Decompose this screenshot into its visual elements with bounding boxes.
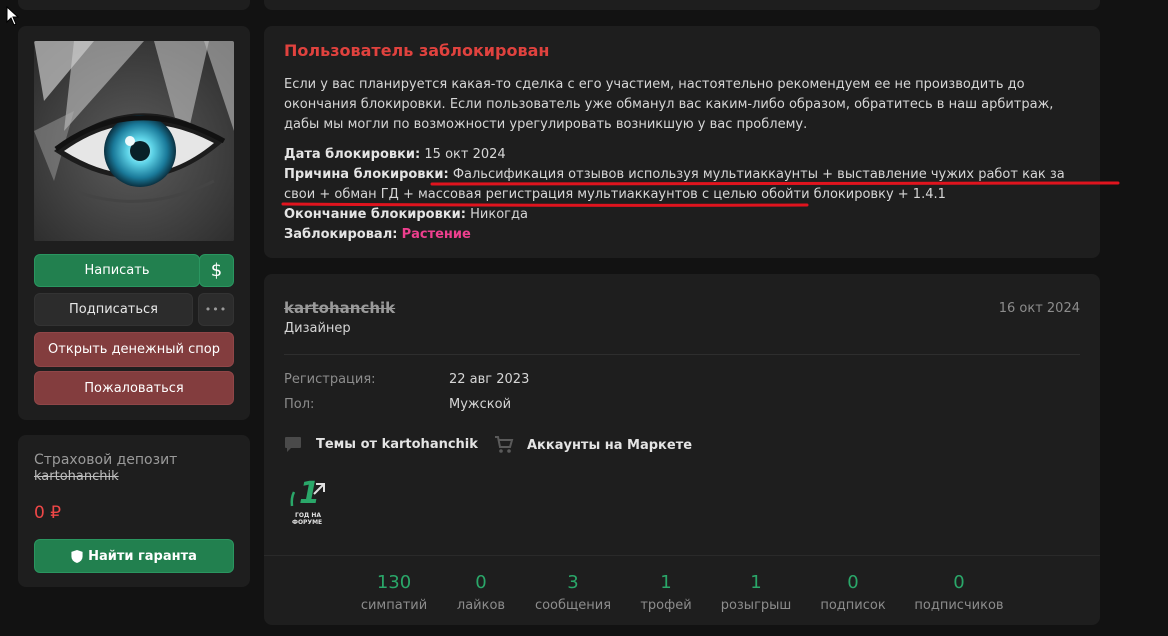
- top-card-right: [264, 0, 1100, 10]
- stat-giveaways[interactable]: 1 розыгрыш: [701, 572, 811, 613]
- market-link-label: Аккаунты на Маркете: [527, 437, 693, 453]
- stat-subscriptions[interactable]: 0 подписок: [798, 572, 908, 613]
- shield-icon: [71, 549, 83, 563]
- banned-by-link[interactable]: Растение: [402, 227, 471, 242]
- registration-label: Регистрация:: [284, 372, 376, 387]
- gender-label: Пол:: [284, 397, 315, 412]
- shopping-cart-icon: [495, 436, 514, 453]
- stat-subscribers[interactable]: 0 подписчиков: [904, 572, 1014, 613]
- ban-details: Дата блокировки: 15 окт 2024 Причина бло…: [284, 145, 1084, 245]
- profile-role: Дизайнер: [284, 321, 351, 336]
- ban-end-value: Никогда: [470, 207, 528, 222]
- ban-description: Если у вас планируется какая-то сделка с…: [284, 77, 1054, 132]
- ban-notice-card: Пользователь заблокирован Если у вас пла…: [264, 26, 1100, 258]
- mouse-cursor-icon: [6, 6, 20, 26]
- deposit-title: Страховой депозит: [34, 452, 178, 468]
- gender-value: Мужской: [449, 397, 512, 412]
- profile-username: kartohanchik: [284, 299, 396, 317]
- stats-divider: [264, 555, 1100, 556]
- deposit-username[interactable]: kartohanchik: [34, 469, 119, 484]
- market-link[interactable]: Аккаунты на Маркете: [494, 436, 692, 454]
- stat-label: подписчиков: [914, 598, 1004, 613]
- badge-line1: ГОД НА: [295, 512, 322, 519]
- registration-value: 22 авг 2023: [449, 372, 530, 387]
- write-message-button[interactable]: Написать: [34, 254, 200, 287]
- badge-line2: ФОРУМЕ: [292, 519, 323, 526]
- stat-label: розыгрыш: [720, 598, 792, 613]
- find-guarantor-button[interactable]: Найти гаранта: [34, 539, 234, 573]
- profile-date: 16 окт 2024: [998, 301, 1080, 316]
- ban-date-label: Дата блокировки:: [284, 147, 421, 162]
- stat-value: 1: [750, 572, 762, 593]
- ban-date-value: 15 окт 2024: [424, 147, 506, 162]
- ban-by-label: Заблокировал:: [284, 227, 398, 242]
- threads-link[interactable]: Темы от kartohanchik: [284, 436, 478, 453]
- open-dispute-button[interactable]: Открыть денежный спор: [34, 332, 234, 367]
- year-on-forum-badge[interactable]: 1 ГОД НА ФОРУМЕ: [288, 476, 328, 528]
- avatar[interactable]: [34, 41, 234, 241]
- avatar-image: [34, 41, 234, 241]
- threads-link-label: Темы от kartohanchik: [316, 437, 478, 452]
- stat-value: 0: [953, 572, 965, 593]
- stat-label: подписок: [820, 598, 886, 613]
- subscribe-button[interactable]: Подписаться: [34, 293, 193, 326]
- deposit-amount: 0 ₽: [34, 503, 62, 523]
- ban-title: Пользователь заблокирован: [284, 41, 550, 60]
- speech-bubble-icon: [285, 437, 301, 452]
- divider: [284, 354, 1080, 355]
- stat-value: 0: [847, 572, 859, 593]
- ban-reason-label: Причина блокировки:: [284, 167, 449, 182]
- badge-number: 1: [299, 476, 320, 511]
- dollar-button[interactable]: $: [199, 254, 234, 287]
- ban-end-label: Окончание блокировки:: [284, 207, 466, 222]
- more-options-button[interactable]: •••: [198, 293, 234, 326]
- report-button[interactable]: Пожаловаться: [34, 371, 234, 405]
- find-guarantor-label: Найти гаранта: [88, 548, 197, 564]
- top-card-left: [18, 0, 250, 10]
